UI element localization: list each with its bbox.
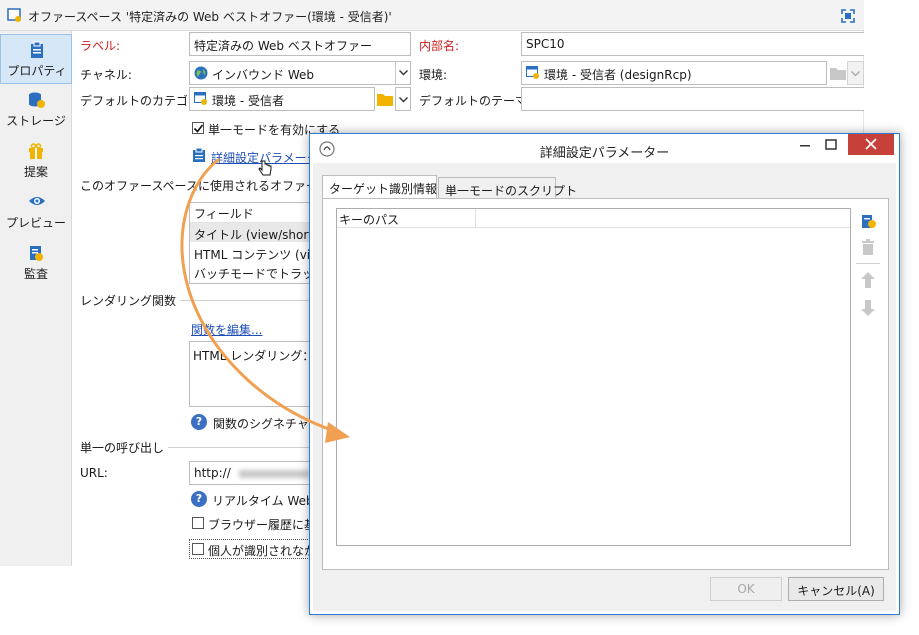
tab-panel: キーのパス	[322, 198, 889, 570]
eye-icon	[29, 197, 45, 205]
gift-icon	[29, 143, 43, 159]
list-item[interactable]: バッチモードでトラッキン	[190, 262, 309, 281]
category-value: 環境 - 受信者	[212, 94, 284, 108]
environment-icon	[526, 66, 539, 79]
fields-list-header: フィールド	[190, 203, 309, 223]
environment-input[interactable]: 環境 - 受信者 (designRcp)	[521, 61, 827, 85]
cancel-button[interactable]: キャンセル(A)	[788, 577, 884, 601]
channel-caption: チャネル:	[80, 68, 132, 82]
content-section-title: このオファースペースに使用されるオファーコンテ	[80, 177, 310, 194]
signature-help-text: 関数のシグネチャに	[213, 417, 321, 431]
channel-select[interactable]: インバウンド Web	[189, 61, 411, 85]
rendering-section-title: レンダリング関数	[80, 292, 181, 309]
close-icon	[865, 138, 877, 150]
environment-caption: 環境:	[419, 68, 448, 82]
arrow-up-icon[interactable]	[861, 272, 875, 288]
list-item[interactable]: HTML コンテンツ (vie	[190, 243, 309, 262]
add-icon[interactable]	[860, 212, 876, 230]
single-call-section-title: 単一の呼び出し	[80, 439, 169, 456]
minimize-icon[interactable]	[799, 139, 811, 151]
sidebar-item-label: ストレージ	[6, 114, 66, 128]
dialog-titlebar: 詳細設定パラメーター	[310, 134, 899, 163]
sidebar-item-label: 監査	[23, 267, 48, 281]
database-gear-icon	[29, 92, 45, 108]
blurred-url	[238, 469, 309, 478]
arrow-down-icon[interactable]	[861, 300, 875, 316]
globe-icon	[194, 66, 208, 80]
close-button[interactable]	[848, 134, 894, 155]
fields-list[interactable]: フィールド タイトル (view/short HTML コンテンツ (vie バ…	[189, 202, 310, 284]
category-caption: デフォルトのカテゴリ:	[80, 94, 205, 108]
offer-space-icon	[7, 8, 21, 22]
sidebar-item-label: プロパティ	[7, 64, 67, 78]
ok-button[interactable]: OK	[710, 577, 782, 601]
internal-name-caption: 内部名:	[419, 39, 460, 53]
clipboard-icon	[31, 41, 43, 58]
sidebar-item-audit[interactable]: 監査	[0, 238, 72, 288]
rendering-functions-box[interactable]: HTML レンダリング：1	[189, 341, 310, 407]
help-icon[interactable]: ?	[191, 414, 207, 430]
tab-unitary-script[interactable]: 単一モードのスクリプト	[438, 177, 577, 199]
sidebar-item-label: プレビュー	[5, 216, 66, 230]
chevron-down-icon	[851, 71, 860, 77]
chevron-down-icon	[399, 70, 408, 76]
sidebar-item-propositions[interactable]: 提案	[0, 136, 72, 186]
maximize-icon[interactable]	[840, 8, 856, 24]
channel-value: インバウンド Web	[212, 68, 314, 82]
url-value: http://	[194, 466, 231, 480]
column-divider	[475, 209, 476, 228]
sidebar-item-storage[interactable]: ストレージ	[0, 85, 72, 135]
unitary-mode-checkbox[interactable]	[192, 122, 204, 134]
key-path-table[interactable]: キーのパス	[336, 208, 851, 546]
maximize-icon[interactable]	[825, 139, 837, 151]
delete-icon[interactable]	[861, 239, 875, 255]
sidebar-item-preview[interactable]: プレビュー	[0, 187, 72, 237]
sidebar-item-label: 提案	[23, 165, 48, 179]
browser-history-checkbox[interactable]	[192, 517, 204, 529]
chevron-down-icon	[399, 97, 408, 103]
label-caption: ラベル:	[80, 39, 121, 53]
theme-input[interactable]	[521, 87, 864, 111]
url-caption: URL:	[80, 466, 108, 480]
environment-value: 環境 - 受信者 (designRcp)	[544, 68, 692, 82]
advanced-parameters-dialog: 詳細設定パラメーター ターゲット識別情報 単一モードのスクリプト キーのパス O…	[309, 133, 900, 615]
folder-icon[interactable]	[830, 66, 846, 80]
browser-history-label: ブラウザー履歴に基	[208, 518, 317, 532]
sidebar-item-properties[interactable]: プロパティ	[0, 34, 72, 84]
hand-cursor-icon	[258, 160, 272, 176]
category-icon	[194, 92, 207, 105]
folder-icon[interactable]	[377, 92, 393, 106]
column-header-key-path: キーのパス	[339, 213, 400, 227]
category-input[interactable]: 環境 - 受信者	[189, 87, 375, 111]
list-item[interactable]: タイトル (view/short	[190, 223, 309, 242]
anonymous-checkbox[interactable]	[192, 543, 204, 555]
realtime-help-text: リアルタイム Web	[212, 494, 314, 508]
edit-functions-link[interactable]: 関数を編集...	[191, 321, 262, 338]
table-header: キーのパス	[337, 209, 850, 228]
theme-caption: デフォルトのテーマ:	[419, 94, 532, 108]
environment-dropdown-button[interactable]	[847, 61, 864, 85]
internal-name-input[interactable]: SPC10	[521, 32, 864, 56]
checkmark-icon	[193, 124, 204, 133]
audit-icon	[30, 246, 43, 261]
channel-dropdown-button[interactable]	[395, 62, 410, 84]
clipboard-icon	[193, 147, 205, 162]
toolbar-divider	[856, 263, 880, 264]
url-input[interactable]: http://	[189, 461, 310, 485]
category-dropdown-button[interactable]	[395, 87, 411, 111]
sidebar: プロパティ ストレージ 提案 プレビュー 監査	[0, 31, 72, 566]
label-input[interactable]: 特定済みの Web ベストオファー	[189, 32, 411, 56]
tab-target-identification[interactable]: ターゲット識別情報	[322, 175, 437, 199]
dialog-body: ターゲット識別情報 単一モードのスクリプト キーのパス OK キャンセル(A)	[313, 163, 896, 611]
anonymous-label: 個人が識別されなか	[208, 544, 317, 558]
window-title: オファースペース '特定済みの Web ベストオファー(環境 - 受信者)'	[28, 10, 392, 24]
help-icon[interactable]: ?	[191, 491, 207, 507]
window-titlebar: オファースペース '特定済みの Web ベストオファー(環境 - 受信者)'	[0, 0, 864, 31]
